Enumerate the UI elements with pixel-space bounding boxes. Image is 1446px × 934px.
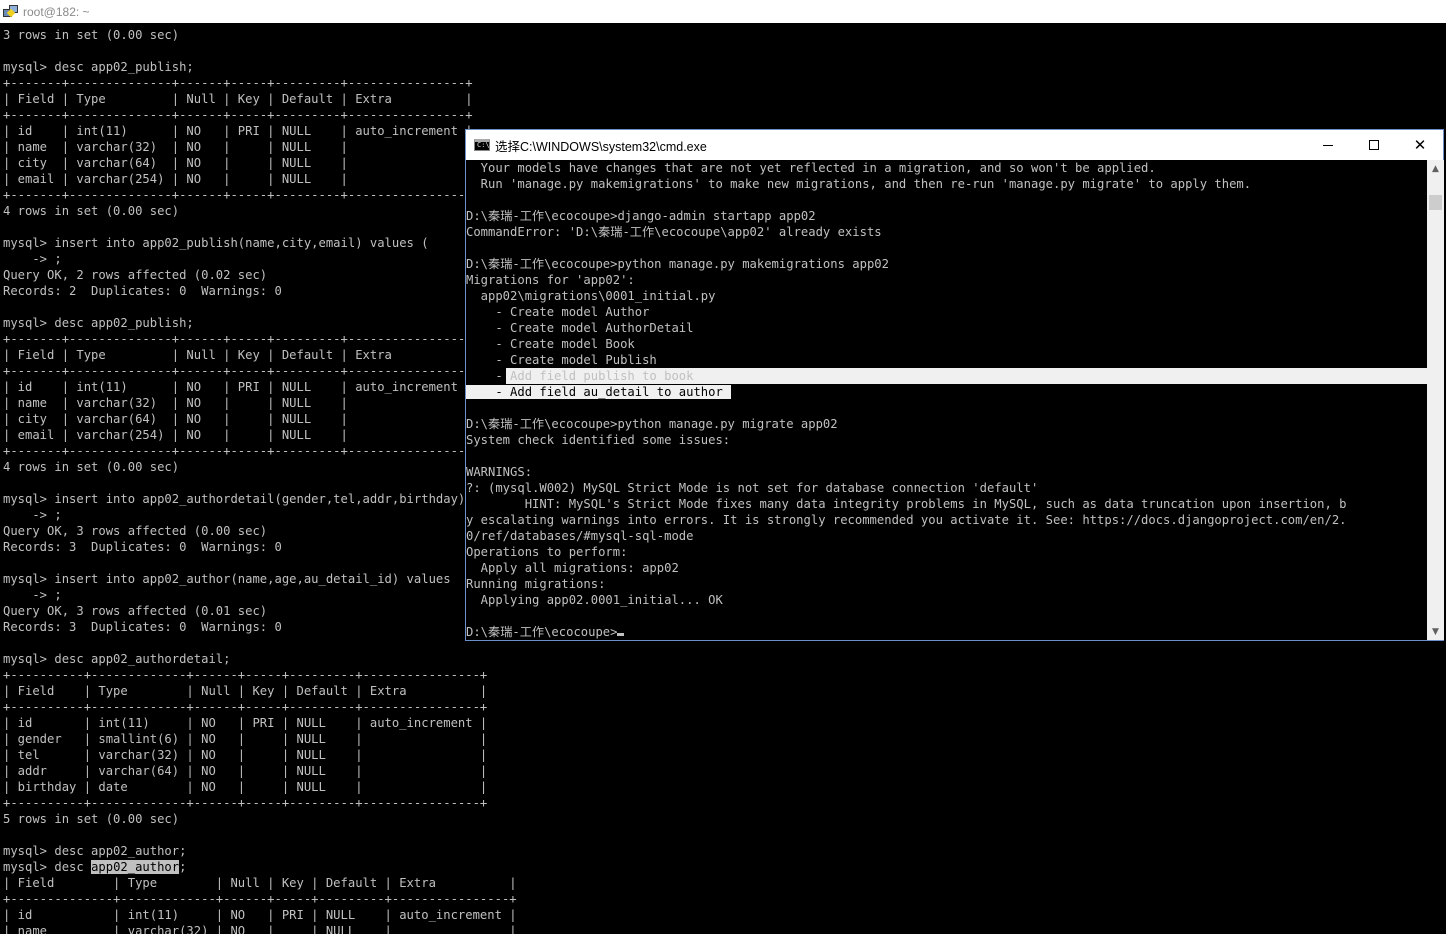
cmd-line: WARNINGS: (466, 465, 533, 479)
cmd-line: System check identified some issues: (466, 433, 731, 447)
putty-line (0, 43, 1446, 59)
cmd-line: HINT: MySQL's Strict Mode fixes many dat… (466, 497, 1347, 511)
cmd-line: - Create model Book (466, 337, 635, 351)
putty-line-text: mysql> desc (3, 860, 92, 874)
selected-text[interactable]: - Add field au_detail to author (466, 385, 731, 399)
cmd-line: Apply all migrations: app02 (466, 561, 679, 575)
cmd-line (466, 400, 1427, 416)
putty-line: +-------+--------------+------+-----+---… (3, 76, 473, 90)
cmd-line-text: - (466, 369, 503, 383)
maximize-button[interactable] (1351, 130, 1397, 160)
scroll-down-arrow-icon[interactable]: ▼ (1427, 623, 1444, 640)
putty-line: | name | varchar(32) | NO | | NULL | | (3, 924, 517, 934)
putty-line: mysql> desc app02_authordetail; (3, 652, 231, 666)
cmd-scrollbar[interactable]: ▲ ▼ (1427, 160, 1444, 640)
putty-line: | gender | smallint(6) | NO | | NULL | | (3, 732, 488, 746)
close-icon: ✕ (1413, 136, 1427, 154)
putty-line: 5 rows in set (0.00 sec) (3, 812, 180, 826)
putty-line: | Field | Type | Null | Key | Default | … (3, 684, 488, 698)
putty-line: mysql> desc app02_author; (3, 844, 187, 858)
cmd-line: - Add field publish to book (466, 368, 1427, 384)
cmd-console-output: Your models have changes that are not ye… (466, 160, 1427, 640)
putty-line: | tel | varchar(32) | NO | | NULL | | (3, 748, 488, 762)
putty-line: mysql> desc app02_publish; (3, 60, 194, 74)
cmd-line: y escalating warnings into errors. It is… (466, 513, 1347, 527)
cmd-line: app02\migrations\0001_initial.py (466, 289, 716, 303)
putty-line: 3 rows in set (0.00 sec) (3, 28, 180, 42)
cmd-window[interactable]: C:\ 选择C:\WINDOWS\system32\cmd.exe ✕ Your… (465, 129, 1444, 641)
cmd-titlebar[interactable]: C:\ 选择C:\WINDOWS\system32\cmd.exe ✕ (466, 130, 1443, 160)
putty-line: +-------+--------------+------+-----+---… (3, 108, 473, 122)
selected-text[interactable]: app02_author (91, 860, 180, 874)
cmd-line: - Create model Author (466, 305, 650, 319)
putty-line-text: ; (179, 860, 187, 874)
cmd-line: D:\秦瑞-工作\ecocoupe>django-admin startapp … (466, 209, 816, 223)
putty-window-title: root@182: ~ (23, 4, 90, 19)
cmd-line: - Add field au_detail to author (466, 384, 1427, 400)
cmd-line (466, 448, 1427, 464)
scroll-up-arrow-icon[interactable]: ▲ (1427, 160, 1444, 177)
cmd-line (466, 240, 1427, 256)
putty-icon[interactable] (3, 4, 19, 20)
putty-line: mysql> desc app02_author; (0, 859, 1446, 875)
cmd-window-title: 选择C:\WINDOWS\system32\cmd.exe (495, 139, 707, 154)
cmd-line: CommandError: 'D:\秦瑞-工作\ecocoupe\app02' … (466, 225, 882, 239)
cmd-line (466, 192, 1427, 208)
putty-titlebar[interactable]: root@182: ~ (0, 0, 1446, 23)
cmd-line: D:\秦瑞-工作\ecocoupe>python manage.py makem… (466, 257, 889, 271)
cmd-line: Run 'manage.py makemigrations' to make n… (466, 177, 1252, 191)
minimize-button[interactable] (1305, 130, 1351, 160)
cmd-line: 0/ref/databases/#mysql-sql-mode (466, 529, 694, 543)
putty-line: +--------------+-------------+------+---… (3, 892, 517, 906)
putty-line: | Field | Type | Null | Key | Default | … (3, 876, 517, 890)
putty-line: +----------+-------------+------+-----+-… (3, 700, 488, 714)
putty-line: | id | int(11) | NO | PRI | NULL | auto_… (3, 716, 488, 730)
putty-line: | addr | varchar(64) | NO | | NULL | | (3, 764, 488, 778)
cmd-line: ?: (mysql.W002) MySQL Strict Mode is not… (466, 481, 1039, 495)
putty-line: | id | int(11) | NO | PRI | NULL | auto_… (3, 908, 517, 922)
cmd-line: - Create model Publish (466, 353, 657, 367)
minimize-icon (1323, 144, 1333, 146)
cmd-line: Migrations for 'app02': (466, 273, 635, 287)
cmd-line: - Create model AuthorDetail (466, 321, 694, 335)
cmd-line: Your models have changes that are not ye… (466, 161, 1156, 175)
cmd-line: Applying app02.0001_initial... OK (466, 593, 723, 607)
selected-text[interactable]: Add field publish to book (503, 369, 693, 383)
putty-line: | Field | Type | Null | Key | Default | … (3, 92, 473, 106)
cmd-console[interactable]: Your models have changes that are not ye… (466, 160, 1427, 640)
cmd-line: Operations to perform: (466, 545, 628, 559)
close-button[interactable]: ✕ (1397, 130, 1443, 160)
putty-line: +----------+-------------+------+-----+-… (3, 668, 488, 682)
cmd-line (466, 608, 1427, 624)
putty-line: +----------+-------------+------+-----+-… (3, 796, 488, 810)
putty-line: | birthday | date | NO | | NULL | | (3, 780, 488, 794)
cmd-line: D:\秦瑞-工作\ecocoupe>python manage.py migra… (466, 417, 838, 431)
cmd-line: Running migrations: (466, 577, 606, 591)
cmd-icon[interactable]: C:\ (474, 139, 490, 151)
cmd-prompt: D:\秦瑞-工作\ecocoupe> (466, 625, 618, 639)
text-cursor (617, 633, 625, 636)
scrollbar-thumb[interactable] (1429, 195, 1442, 210)
cmd-line: D:\秦瑞-工作\ecocoupe> (466, 624, 1427, 640)
putty-line (0, 827, 1446, 843)
maximize-icon (1369, 140, 1379, 150)
